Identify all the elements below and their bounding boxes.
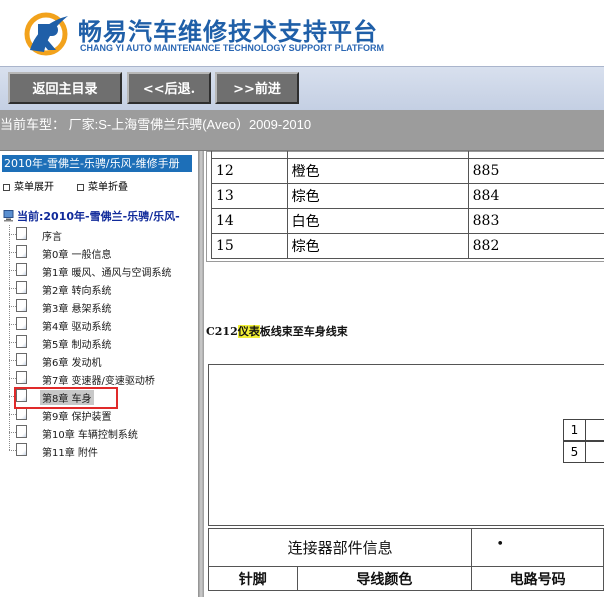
document-icon bbox=[16, 281, 27, 294]
connector-pin: 1 bbox=[563, 419, 586, 441]
tree-connector bbox=[9, 360, 16, 361]
sidebar-tree: 2010年-雪佛兰-乐骋/乐风-维修手册 菜单展开 菜单折叠 当前:2010年-… bbox=[0, 151, 198, 597]
tree-connector bbox=[9, 288, 16, 289]
brand-name: 畅易汽车维修技术支持平台 bbox=[78, 18, 378, 46]
current-model-bar: 当前车型： 厂家:S-上海雪佛兰乐骋(Aveo）2009-2010 bbox=[0, 110, 604, 150]
bullet: • bbox=[496, 537, 504, 552]
connector-code: C212 bbox=[206, 325, 238, 338]
tree-item-label: 第2章 转向系统 bbox=[42, 286, 112, 297]
tree-connector bbox=[9, 234, 16, 235]
main-content: 12 橙色 885 13 棕色 884 14 白色 883 15 棕色 882 … bbox=[204, 151, 604, 597]
document-icon bbox=[16, 299, 27, 312]
document-icon bbox=[16, 353, 27, 366]
document-icon bbox=[16, 371, 27, 384]
tree-connector bbox=[9, 342, 16, 343]
info-header: 连接器部件信息 bbox=[207, 528, 473, 567]
tree-item-label: 第1章 暖风、通风与空调系统 bbox=[42, 268, 172, 279]
connector-title: C212仪表板线束至车身线束 bbox=[206, 323, 348, 339]
connector-pin: 5 bbox=[563, 441, 586, 463]
col-wire-color: 导线颜色 bbox=[296, 566, 473, 591]
connector-pin-body bbox=[586, 441, 604, 463]
back-button[interactable]: <<后退. bbox=[127, 72, 211, 104]
tree-connector bbox=[9, 450, 16, 451]
tree-item-label: 序言 bbox=[42, 232, 62, 243]
table-header-row: 针脚 导线颜色 电路号码 bbox=[208, 566, 604, 591]
wire-color: 棕色 bbox=[286, 183, 469, 209]
col-pin: 针脚 bbox=[208, 566, 298, 591]
pin-number: 13 bbox=[211, 183, 288, 209]
menu-expand-control[interactable]: 菜单展开 bbox=[3, 178, 54, 193]
tree-item-label: 第9章 保护装置 bbox=[42, 412, 112, 423]
tree-connector bbox=[9, 432, 16, 433]
tree-connector bbox=[9, 252, 16, 253]
circuit-code: 882 bbox=[467, 233, 604, 259]
tree-connector bbox=[9, 270, 16, 271]
nav-bar: 返回主目录 <<后退. >>前进 bbox=[0, 66, 604, 110]
table-row: 14 白色 883 bbox=[211, 208, 604, 234]
pin-number: 14 bbox=[211, 208, 288, 234]
tree-item-label: 第3章 悬架系统 bbox=[42, 304, 112, 315]
menu-collapse-label: 菜单折叠 bbox=[88, 182, 128, 193]
tree-item-label: 第7章 变速器/变速驱动桥 bbox=[42, 376, 155, 387]
forward-button[interactable]: >>前进 bbox=[215, 72, 299, 104]
tree-connector bbox=[9, 414, 16, 415]
wire-color: 橙色 bbox=[286, 158, 469, 184]
tree-item-label: 第5章 制动系统 bbox=[42, 340, 112, 351]
wire-color: 白色 bbox=[286, 208, 469, 234]
circuit-code: 884 bbox=[467, 183, 604, 209]
search-highlight: 仪表 bbox=[237, 325, 260, 338]
wire-color-table: 12 橙色 885 13 棕色 884 14 白色 883 15 棕色 882 bbox=[211, 151, 604, 259]
circuit-code: 885 bbox=[467, 158, 604, 184]
back-home-button[interactable]: 返回主目录 bbox=[8, 72, 122, 104]
tree-item-label: 第0章 一般信息 bbox=[42, 250, 112, 261]
tree-connector bbox=[9, 324, 16, 325]
selection-highlight-box bbox=[14, 387, 118, 409]
document-icon bbox=[16, 425, 27, 438]
pin-number: 12 bbox=[211, 158, 288, 184]
connector-info-table: 连接器部件信息 • 针脚 导线颜色 电路号码 bbox=[207, 528, 604, 591]
col-circuit-number: 电路号码 bbox=[471, 566, 604, 591]
table-row bbox=[211, 151, 604, 159]
color-table-wrapper: 12 橙色 885 13 棕色 884 14 白色 883 15 棕色 882 bbox=[206, 151, 604, 262]
tree-item-label: 第6章 发动机 bbox=[42, 358, 102, 369]
connector-diagram: 1 5 bbox=[208, 364, 604, 526]
connector-description: 板线束至车身线束 bbox=[259, 325, 348, 338]
collapse-box-icon bbox=[77, 183, 84, 191]
table-row: 13 棕色 884 bbox=[211, 183, 604, 209]
tree-connector bbox=[9, 378, 16, 379]
pin-number: 15 bbox=[211, 233, 288, 259]
document-icon bbox=[16, 317, 27, 330]
document-icon bbox=[16, 335, 27, 348]
site-header: 畅易汽车维修技术支持平台 CHANG YI AUTO MAINTENANCE T… bbox=[0, 0, 604, 66]
circuit-code: 883 bbox=[467, 208, 604, 234]
computer-icon bbox=[3, 210, 14, 222]
info-header-right: • bbox=[471, 528, 604, 567]
brand-name-english: CHANG YI AUTO MAINTENANCE TECHNOLOGY SUP… bbox=[80, 43, 385, 53]
expand-box-icon bbox=[3, 183, 10, 191]
document-icon bbox=[16, 443, 27, 456]
table-row: 连接器部件信息 • bbox=[207, 528, 604, 567]
table-row: 12 橙色 885 bbox=[211, 158, 604, 184]
document-icon bbox=[16, 245, 27, 258]
tree-connector bbox=[9, 306, 16, 307]
menu-expand-label: 菜单展开 bbox=[14, 182, 54, 193]
tree-root-label: 当前:2010年-雪佛兰-乐骋/乐风- bbox=[17, 210, 180, 223]
tree-root[interactable]: 当前:2010年-雪佛兰-乐骋/乐风- bbox=[3, 208, 180, 224]
wire-color: 棕色 bbox=[286, 233, 469, 259]
table-row: 15 棕色 882 bbox=[211, 233, 604, 259]
document-icon bbox=[16, 227, 27, 240]
menu-collapse-control[interactable]: 菜单折叠 bbox=[77, 178, 128, 193]
tree-guide-line bbox=[9, 225, 10, 450]
tree-item-label: 第11章 附件 bbox=[42, 448, 98, 459]
connector-pin-body bbox=[586, 419, 604, 441]
current-model-text: 当前车型： 厂家:S-上海雪佛兰乐骋(Aveo）2009-2010 bbox=[0, 117, 312, 132]
manual-title[interactable]: 2010年-雪佛兰-乐骋/乐风-维修手册 bbox=[2, 155, 192, 172]
tree-item-label: 第10章 车辆控制系统 bbox=[42, 430, 138, 441]
brand-logo-icon bbox=[24, 12, 68, 56]
document-icon bbox=[16, 263, 27, 276]
tree-item-label: 第4章 驱动系统 bbox=[42, 322, 112, 333]
